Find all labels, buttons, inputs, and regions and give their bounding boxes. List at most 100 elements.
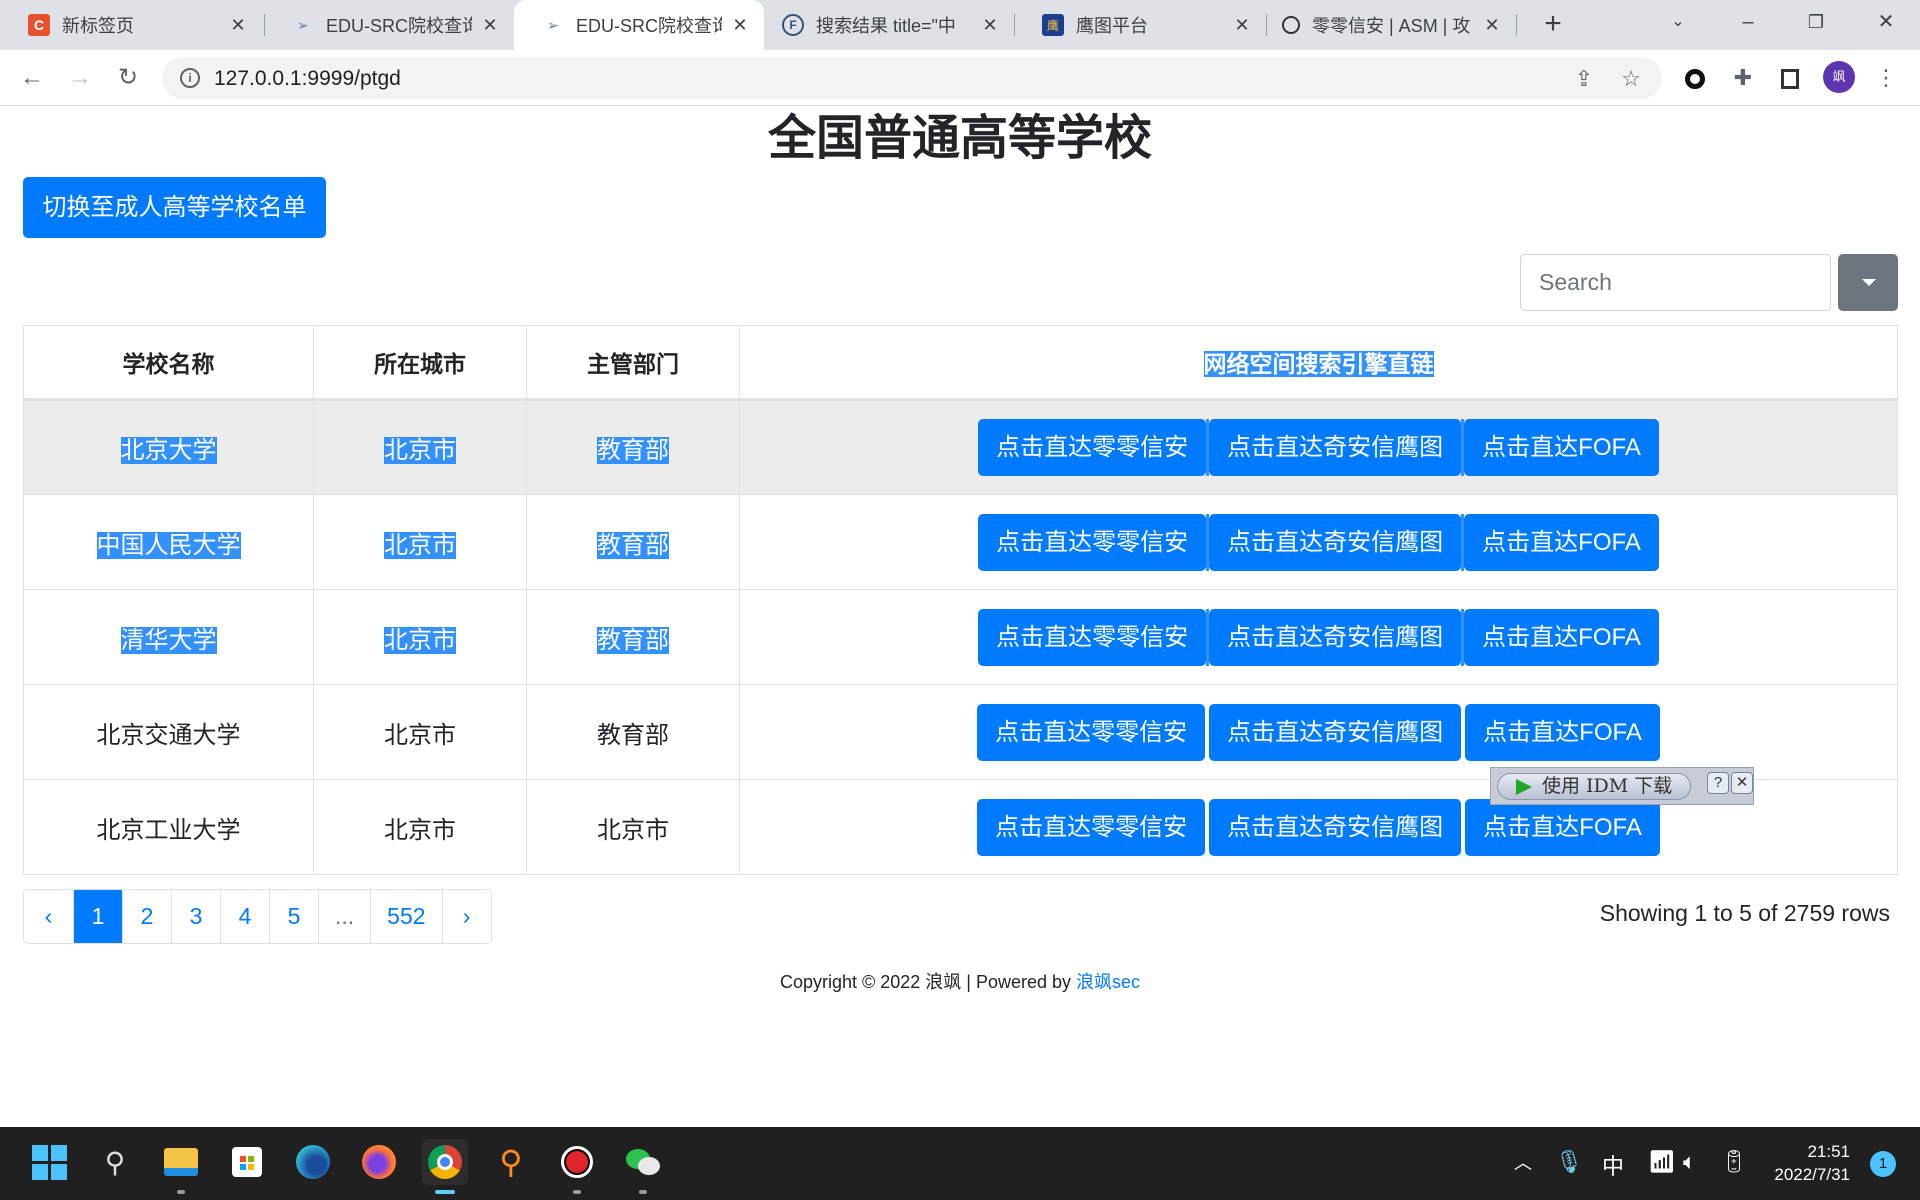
pagination-ellipsis[interactable]: ... [318, 890, 371, 943]
cell-dept: 教育部 [526, 399, 740, 495]
link-fofa-button[interactable]: 点击直达FOFA [1465, 703, 1660, 761]
link-hunter-button[interactable]: 点击直达奇安信鹰图 [1209, 798, 1462, 856]
clock-date: 2022/7/31 [1774, 1165, 1850, 1184]
cell-city: 北京市 [313, 779, 527, 875]
chrome-icon[interactable] [422, 1139, 468, 1194]
tab-fofa-search[interactable]: F 搜索结果 title="中 ✕ [764, 0, 1014, 50]
c-logo-icon: C [28, 14, 50, 36]
cell-city: 北京市 [313, 589, 527, 685]
switch-to-adult-schools-button[interactable]: 切换至成人高等学校名单 [23, 177, 326, 238]
extension-ring-icon[interactable] [1679, 62, 1711, 94]
cell-name: 北京交通大学 [23, 684, 314, 780]
tab-title: 搜索结果 title="中 [816, 16, 956, 36]
record-icon[interactable] [554, 1139, 600, 1194]
link-fofa-button[interactable]: 点击直达FOFA [1465, 798, 1660, 856]
tab-new-tab[interactable]: C 新标签页 ✕ [0, 0, 262, 50]
bookmark-star-icon[interactable]: ☆ [1617, 65, 1645, 93]
start-icon[interactable] [26, 1139, 72, 1185]
address-bar[interactable]: i 127.0.0.1:9999/ptgd ⇪ ☆ [162, 57, 1662, 99]
tab-title: 新标签页 [62, 16, 134, 36]
idm-help-button[interactable]: ? [1707, 772, 1729, 794]
link-hunter-button[interactable]: 点击直达奇安信鹰图 [1209, 419, 1462, 476]
link-hunter-button[interactable]: 点击直达奇安信鹰图 [1209, 513, 1462, 571]
columns-dropdown-button[interactable] [1838, 254, 1898, 311]
cell-links: 点击直达零零信安 点击直达奇安信鹰图 点击直达FOFA [739, 494, 1898, 590]
profile-avatar[interactable]: 飒 [1823, 61, 1855, 93]
menu-kebab-icon[interactable]: ⋮ [1870, 62, 1902, 94]
pagination: ‹ 1 2 3 4 5... 552 › [23, 889, 492, 944]
clock[interactable]: 21:51 2022/7/31 [1774, 1140, 1850, 1186]
close-icon[interactable]: ✕ [980, 15, 1000, 36]
close-icon[interactable]: ✕ [1232, 15, 1252, 36]
header-search-engine-links[interactable]: 网络空间搜索引擎直链 [739, 325, 1898, 400]
wifi-icon[interactable]: 📶︎ [1648, 1149, 1676, 1175]
side-panel-icon[interactable] [1774, 62, 1806, 94]
pagination-page[interactable]: 3 [171, 890, 220, 943]
pagination-page[interactable]: 4 [220, 890, 269, 943]
tab-edu-src-active[interactable]: ➢ EDU-SRC院校查询 ✕ [514, 0, 764, 50]
link-00sec-button[interactable]: 点击直达零零信安 [978, 608, 1207, 666]
back-icon[interactable]: ← [14, 60, 50, 96]
store-icon[interactable] [224, 1139, 270, 1185]
link-fofa-button[interactable]: 点击直达FOFA [1464, 513, 1659, 571]
header-department[interactable]: 主管部门 [526, 325, 740, 400]
microphone-icon[interactable]: 🎙︎ [1555, 1149, 1583, 1175]
site-info-icon[interactable]: i [180, 68, 200, 88]
pagination-page[interactable]: 2 [122, 890, 171, 943]
cell-city: 北京市 [313, 684, 527, 780]
link-hunter-button[interactable]: 点击直达奇安信鹰图 [1209, 608, 1462, 666]
cell-name: 北京大学 [23, 399, 314, 495]
close-icon[interactable]: ✕ [1482, 15, 1502, 36]
tab-edu-src-1[interactable]: ➢ EDU-SRC院校查询 ✕ [264, 0, 514, 50]
search-tool-icon[interactable]: ⚲ [488, 1139, 534, 1185]
link-00sec-button[interactable]: 点击直达零零信安 [978, 419, 1207, 476]
search-input[interactable]: Search [1520, 254, 1831, 311]
pagination-page[interactable]: 552 [370, 890, 442, 943]
tab-hunter[interactable]: 鹰 鹰图平台 ✕ [1014, 0, 1266, 50]
forward-icon[interactable]: → [62, 60, 98, 96]
pagination-next[interactable]: › [441, 890, 491, 943]
tab-search-chevron-icon[interactable]: ⌄ [1648, 0, 1708, 44]
hunter-icon: 鹰 [1042, 14, 1064, 36]
pagination-page[interactable]: 5 [269, 890, 318, 943]
idm-close-button[interactable]: ✕ [1731, 772, 1753, 794]
header-city[interactable]: 所在城市 [313, 325, 527, 400]
extensions-puzzle-icon[interactable]: ✚ [1727, 62, 1759, 94]
close-icon[interactable]: ✕ [228, 15, 248, 36]
circle-icon [1282, 16, 1300, 34]
link-fofa-button[interactable]: 点击直达FOFA [1464, 419, 1659, 476]
file-explorer-icon[interactable] [158, 1139, 204, 1194]
minimize-icon[interactable]: – [1718, 0, 1778, 44]
new-tab-button[interactable]: + [1536, 8, 1570, 42]
volume-icon[interactable]: 🔈︎ [1683, 1149, 1696, 1175]
tab-strip: C 新标签页 ✕ ➢ EDU-SRC院校查询 ✕ ➢ EDU-SRC院校查询 ✕… [0, 0, 1920, 50]
cell-city: 北京市 [313, 399, 527, 495]
reload-icon[interactable]: ↻ [110, 60, 146, 96]
link-fofa-button[interactable]: 点击直达FOFA [1464, 608, 1659, 666]
header-school-name[interactable]: 学校名称 [23, 325, 314, 400]
wechat-icon[interactable] [620, 1139, 666, 1194]
link-hunter-button[interactable]: 点击直达奇安信鹰图 [1209, 703, 1462, 761]
footer-link[interactable]: 浪飒sec [1076, 972, 1140, 992]
edge-icon[interactable] [290, 1139, 336, 1185]
idm-download-button[interactable]: 使用 IDM 下载 [1497, 773, 1691, 800]
tab-title: 零零信安 | ASM | 攻 [1312, 16, 1471, 36]
search-icon[interactable]: ⚲ [92, 1139, 138, 1185]
link-00sec-button[interactable]: 点击直达零零信安 [978, 513, 1207, 571]
tray-overflow-chevron-icon[interactable]: ︿ [1514, 1149, 1532, 1175]
url-text[interactable]: 127.0.0.1:9999/ptgd [214, 67, 401, 91]
close-icon[interactable]: ✕ [480, 15, 500, 36]
notification-badge[interactable]: 1 [1870, 1151, 1896, 1177]
firefox-icon[interactable] [356, 1139, 402, 1185]
tab-00sec[interactable]: 零零信安 | ASM | 攻 ✕ [1266, 0, 1516, 50]
pagination-prev[interactable]: ‹ [24, 890, 73, 943]
link-00sec-button[interactable]: 点击直达零零信安 [977, 798, 1206, 856]
ime-indicator[interactable]: 中 [1602, 1149, 1624, 1181]
window-close-icon[interactable]: ✕ [1856, 0, 1916, 44]
close-icon[interactable]: ✕ [730, 15, 750, 36]
battery-charging-icon[interactable]: 🔋︎ [1720, 1149, 1748, 1175]
link-00sec-button[interactable]: 点击直达零零信安 [977, 703, 1206, 761]
share-icon[interactable]: ⇪ [1570, 65, 1598, 93]
pagination-page[interactable]: 1 [73, 890, 122, 943]
restore-icon[interactable]: ❐ [1786, 0, 1846, 44]
